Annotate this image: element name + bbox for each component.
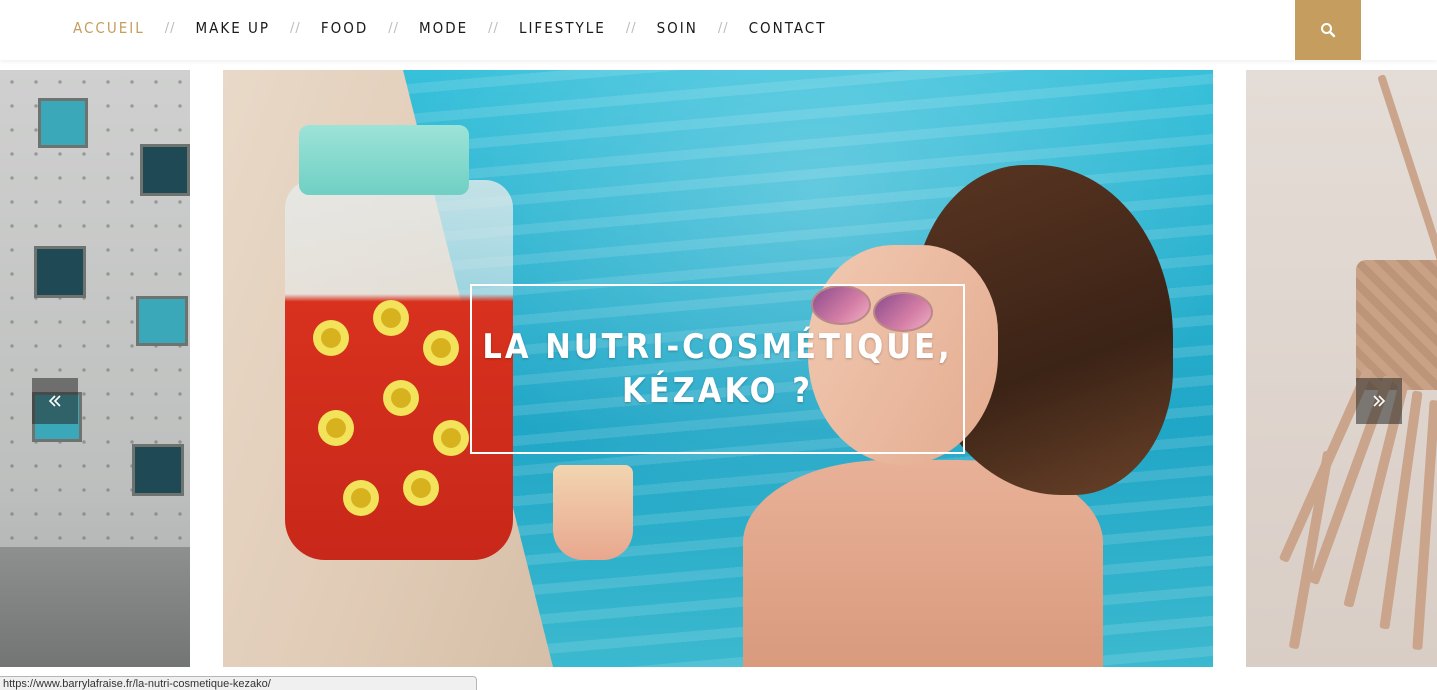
nav-separator: // (388, 20, 399, 36)
slide-title-line-2: KÉZAKO ? (621, 371, 814, 411)
double-chevron-left-icon (48, 395, 61, 407)
nav-separator: // (488, 20, 499, 36)
browser-status-bar: https://www.barrylafraise.fr/la-nutri-co… (0, 676, 477, 690)
nav-separator: // (290, 20, 301, 36)
jar-flower (373, 300, 409, 336)
search-icon (1321, 23, 1336, 38)
bag-strap (1377, 74, 1437, 286)
wall-window (140, 144, 190, 196)
nav-item-food[interactable]: FOOD (321, 19, 368, 37)
slider-prev-button[interactable] (32, 378, 78, 424)
jar-flower (318, 410, 354, 446)
search-button[interactable] (1295, 0, 1361, 60)
slide-image-previous[interactable] (0, 70, 190, 667)
featured-slider: LA NUTRI-COSMÉTIQUE, KÉZAKO ? (0, 70, 1437, 667)
slider-next-button[interactable] (1356, 378, 1402, 424)
jar-flower (403, 470, 439, 506)
wall-window (38, 98, 88, 148)
jar-flower (383, 380, 419, 416)
jar-lid (299, 125, 469, 195)
main-menu: ACCUEIL // MAKE UP // FOOD // MODE // LI… (73, 0, 826, 56)
nav-item-make-up[interactable]: MAKE UP (195, 19, 270, 37)
nav-separator: // (717, 20, 729, 36)
wall-window (34, 246, 86, 298)
wall-window (132, 444, 184, 496)
jar-flower (313, 320, 349, 356)
slide-title-line-1: LA NUTRI-COSMÉTIQUE, (482, 327, 953, 367)
top-navbar: ACCUEIL // MAKE UP // FOOD // MODE // LI… (0, 0, 1437, 60)
jar-flower (423, 330, 459, 366)
watermelon-cup (553, 465, 633, 560)
wall-window (136, 296, 188, 346)
jar-flower (433, 420, 469, 456)
nav-separator: // (625, 20, 637, 36)
nav-item-soin[interactable]: SOIN (657, 19, 698, 37)
nav-item-mode[interactable]: MODE (419, 19, 468, 37)
nav-item-contact[interactable]: CONTACT (749, 19, 827, 37)
slide-image-next[interactable] (1246, 70, 1437, 667)
nav-separator: // (164, 20, 176, 36)
ground (0, 547, 190, 667)
double-chevron-right-icon (1373, 395, 1386, 407)
slide-title-box[interactable]: LA NUTRI-COSMÉTIQUE, KÉZAKO ? (470, 284, 965, 454)
slide-image-current[interactable]: LA NUTRI-COSMÉTIQUE, KÉZAKO ? (223, 70, 1213, 667)
nav-item-accueil[interactable]: ACCUEIL (73, 19, 145, 37)
nav-item-lifestyle[interactable]: LIFESTYLE (519, 19, 606, 37)
jar-flower (343, 480, 379, 516)
